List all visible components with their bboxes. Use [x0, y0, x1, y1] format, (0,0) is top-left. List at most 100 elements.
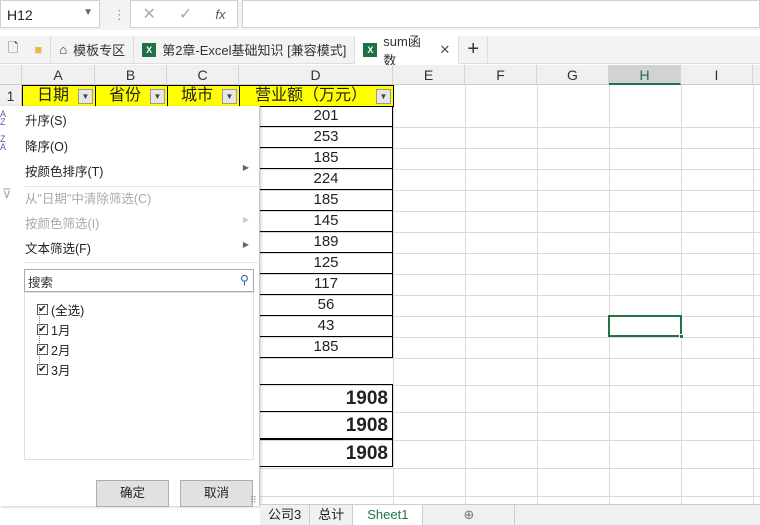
revenue-cell[interactable]: 185: [260, 190, 393, 211]
header-cell-revenue: 营业额（万元） ▼: [239, 85, 394, 107]
header-label: 营业额（万元）: [254, 87, 367, 104]
item-label: 2月: [51, 344, 71, 358]
selected-cell-h12[interactable]: [608, 315, 684, 339]
sheet-tab-total[interactable]: 总计: [310, 505, 354, 525]
item-label: (全选): [51, 304, 85, 318]
column-header-d[interactable]: D: [239, 65, 393, 85]
sheet-tab-bar: 公司3 总计 Sheet1 ⊕: [260, 504, 760, 525]
revenue-cell[interactable]: 43: [260, 316, 393, 337]
column-header-b[interactable]: B: [95, 65, 167, 85]
revenue-cell[interactable]: 224: [260, 169, 393, 190]
select-all-corner[interactable]: [0, 65, 22, 85]
divider: [25, 262, 260, 263]
checkbox-checked-icon[interactable]: ✔: [37, 304, 48, 315]
submenu-arrow-icon: ▶: [242, 215, 249, 224]
add-sheet-icon[interactable]: ⊕: [423, 505, 516, 525]
header-cell-province: 省份 ▼: [95, 85, 168, 107]
add-tab-button[interactable]: +: [459, 35, 489, 64]
menu-sort-ascending[interactable]: 升序(S): [25, 110, 255, 129]
home-icon: ⌂: [59, 42, 68, 57]
item-label: 1月: [51, 324, 71, 338]
sheet-tab-sheet1[interactable]: Sheet1: [353, 505, 424, 525]
header-label: 日期: [36, 87, 69, 104]
filter-dropdown-button[interactable]: ▼: [78, 89, 93, 104]
column-header-e[interactable]: E: [393, 65, 465, 85]
cancel-button[interactable]: 取消: [180, 480, 253, 507]
fill-handle[interactable]: [679, 334, 684, 339]
resize-grip-icon[interactable]: ⠿: [250, 495, 257, 506]
revenue-cell[interactable]: 117: [260, 274, 393, 295]
sheet-tab-company3[interactable]: 公司3: [260, 505, 311, 525]
column-header-g[interactable]: G: [537, 65, 609, 85]
filter-item-mar[interactable]: ✔ 3月: [37, 360, 70, 379]
new-file-icon[interactable]: 🗋: [0, 36, 26, 64]
menu-sort-descending[interactable]: 降序(O): [25, 136, 255, 155]
header-cell-date: 日期 ▼: [22, 85, 96, 107]
filter-item-jan[interactable]: ✔ 1月: [37, 320, 70, 339]
file-tab-chapter2[interactable]: X 第2章-Excel基础知识 [兼容模式]: [134, 35, 356, 64]
file-tab-sum[interactable]: Xsum函数 ✕: [355, 34, 460, 68]
name-box[interactable]: H12 ▼: [0, 0, 100, 28]
tab-label: 模板专区: [73, 43, 126, 58]
menu-label: 按颜色筛选(I): [25, 217, 100, 231]
column-header-a[interactable]: A: [22, 65, 95, 85]
filter-dropdown-button[interactable]: ▼: [150, 89, 165, 104]
filter-dropdown-button[interactable]: ▼: [376, 89, 391, 104]
column-header-i[interactable]: I: [681, 65, 753, 85]
menu-sort-by-color[interactable]: 按颜色排序(T) ▶: [25, 161, 255, 180]
total-cell[interactable]: 1908: [260, 384, 393, 412]
revenue-cell[interactable]: 185: [260, 148, 393, 169]
total-cell[interactable]: 1908: [260, 411, 393, 439]
filter-dropdown-button[interactable]: ▼: [222, 89, 237, 104]
revenue-cell[interactable]: 189: [260, 232, 393, 253]
sort-asc-icon: AZ: [0, 109, 7, 127]
menu-label: 文本筛选(F): [25, 242, 91, 256]
filter-item-select-all[interactable]: ✔ (全选): [37, 300, 84, 319]
revenue-cell[interactable]: 145: [260, 211, 393, 232]
row-header-1[interactable]: 1: [0, 85, 22, 107]
filter-search-input[interactable]: 搜索 ⚲: [24, 269, 254, 292]
folder-icon[interactable]: ■: [26, 35, 52, 64]
revenue-cell[interactable]: 56: [260, 295, 393, 316]
total-cell[interactable]: 1908: [260, 439, 393, 467]
checkbox-checked-icon[interactable]: ✔: [37, 364, 48, 375]
ok-button[interactable]: 确定: [96, 480, 169, 507]
name-box-value: H12: [7, 7, 33, 23]
cancel-icon[interactable]: ✕: [143, 4, 156, 24]
formula-input[interactable]: [242, 0, 760, 28]
menu-text-filter[interactable]: 文本筛选(F) ▶: [25, 238, 255, 257]
formula-buttons: ✕ ✓ fx: [130, 0, 238, 28]
column-header-h[interactable]: H: [609, 65, 681, 85]
revenue-cell[interactable]: 201: [260, 106, 393, 127]
excel-icon: X: [363, 42, 378, 57]
header-cell-city: 城市 ▼: [167, 85, 240, 107]
file-tab-templates[interactable]: ⌂ 模板专区: [51, 35, 135, 64]
enter-icon[interactable]: ✓: [179, 4, 192, 24]
checkbox-checked-icon[interactable]: ✔: [37, 324, 48, 335]
divider: [25, 186, 260, 187]
revenue-cell[interactable]: 253: [260, 127, 393, 148]
revenue-cell[interactable]: 125: [260, 253, 393, 274]
menu-filter-by-color: 按颜色筛选(I) ▶: [25, 213, 255, 232]
close-icon[interactable]: ✕: [439, 42, 450, 58]
menu-clear-filter: 从"日期"中清除筛选(C): [25, 192, 152, 206]
fx-icon[interactable]: fx: [215, 7, 225, 22]
header-label: 城市: [180, 87, 213, 104]
checkbox-checked-icon[interactable]: ✔: [37, 344, 48, 355]
tab-label: 第2章-Excel基础知识 [兼容模式]: [162, 43, 347, 58]
revenue-cell[interactable]: 185: [260, 337, 393, 358]
sort-desc-icon: ZA: [0, 134, 7, 152]
menu-label: 按颜色排序(T): [25, 165, 104, 179]
chevron-down-icon[interactable]: ▼: [83, 7, 93, 18]
filter-value-list: ✔ (全选) ✔ 1月 ✔ 2月 ✔ 3月: [24, 292, 254, 460]
column-header-f[interactable]: F: [465, 65, 537, 85]
grip-icon: ⋮: [113, 7, 126, 22]
filter-item-feb[interactable]: ✔ 2月: [37, 340, 70, 359]
filter-dropdown-panel: AZ 升序(S) ZA 降序(O) 按颜色排序(T) ▶ ⊽ 从"日期"中清除筛选…: [0, 106, 260, 507]
header-label: 省份: [108, 87, 141, 104]
item-label: 3月: [51, 364, 71, 378]
submenu-arrow-icon: ▶: [242, 163, 249, 172]
column-header-c[interactable]: C: [167, 65, 239, 85]
tab-label: sum函数: [383, 33, 421, 68]
column-headers: A B C D E F G H I: [0, 65, 760, 85]
